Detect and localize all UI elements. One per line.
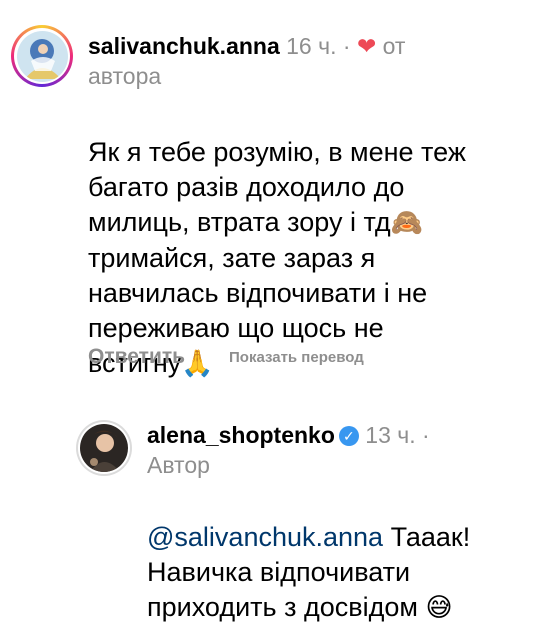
reply-avatar-image-icon — [80, 424, 128, 472]
comment-text: Як я тебе розумію, в мене теж багато раз… — [88, 100, 528, 382]
comment-header: salivanchuk.anna 16 ч. · ❤ от — [88, 31, 405, 61]
separator: · — [342, 33, 351, 59]
liked-by-author-label: от — [382, 33, 406, 59]
comment: salivanchuk.anna 16 ч. · ❤ от автора Як … — [0, 0, 536, 380]
username[interactable]: salivanchuk.anna — [88, 33, 280, 59]
reply-header: alena_shoptenko ✓ 13 ч. · — [147, 420, 430, 450]
see-no-evil-monkey-emoji: 🙈 — [390, 208, 424, 238]
timestamp: 16 ч. — [286, 33, 337, 59]
author-label: Автор — [147, 452, 210, 478]
reply-timestamp: 13 ч. — [365, 422, 416, 448]
reply-separator: · — [422, 422, 430, 448]
translate-button[interactable]: Показать перевод — [229, 349, 364, 366]
heart-icon: ❤ — [356, 33, 377, 59]
reply-username[interactable]: alena_shoptenko — [147, 422, 335, 448]
avatar-image-icon — [16, 30, 68, 82]
reply-button[interactable]: Ответить — [88, 345, 185, 369]
folded-hands-emoji: 🙏 — [181, 349, 214, 379]
verified-badge-icon: ✓ — [338, 426, 359, 446]
reply-comment: alena_shoptenko ✓ 13 ч. · Автор @salivanc… — [0, 400, 536, 623]
avatar[interactable] — [11, 25, 73, 87]
reply-text: @salivanchuk.anna Тааак! Навичка відпочи… — [147, 485, 527, 626]
grinning-sweat-emoji: 😅 — [425, 593, 453, 623]
mention-link[interactable]: @salivanchuk.anna — [147, 522, 383, 552]
liked-by-author-label-2: автора — [88, 63, 162, 89]
reply-avatar[interactable] — [76, 420, 132, 476]
